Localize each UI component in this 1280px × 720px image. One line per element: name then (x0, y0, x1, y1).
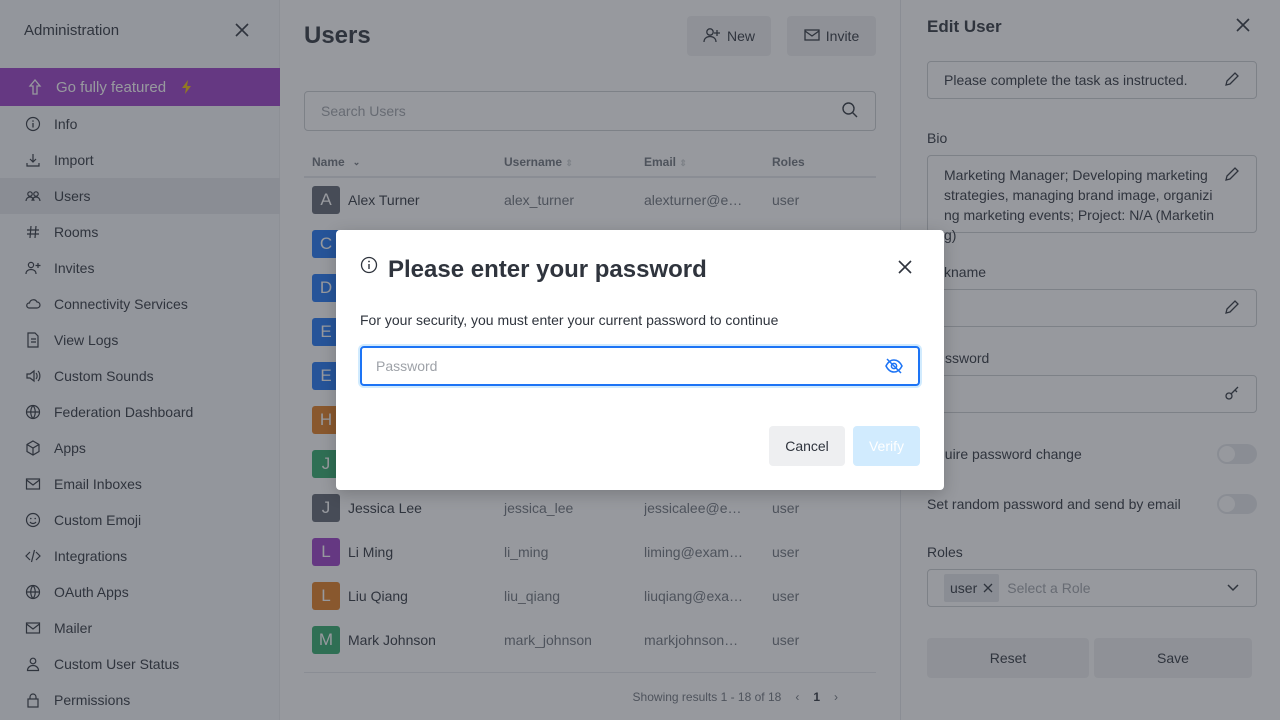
modal-title: Please enter your password (388, 256, 707, 283)
password-input[interactable] (376, 358, 884, 374)
password-modal: Please enter your password For your secu… (336, 230, 944, 490)
cancel-button[interactable]: Cancel (769, 426, 845, 466)
password-input-wrapper[interactable] (360, 346, 920, 386)
eye-off-icon[interactable] (884, 356, 904, 376)
verify-button[interactable]: Verify (853, 426, 920, 466)
modal-description: For your security, you must enter your c… (360, 312, 779, 328)
close-icon[interactable] (896, 258, 916, 278)
info-icon (360, 256, 378, 274)
